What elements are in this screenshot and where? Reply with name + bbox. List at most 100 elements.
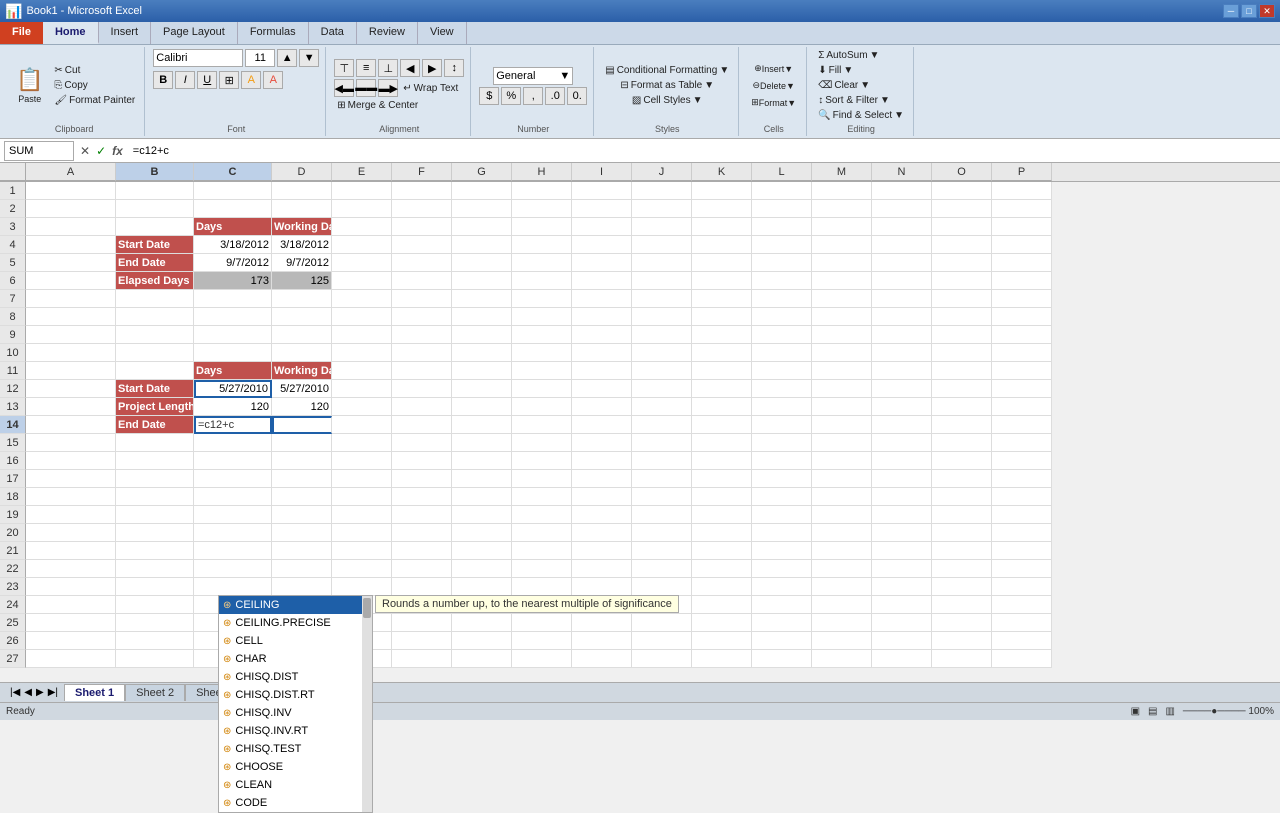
format-as-table-button[interactable]: ⊟ Format as Table ▼ — [617, 79, 717, 92]
bold-button[interactable]: B — [153, 71, 173, 89]
col-header-n[interactable]: N — [872, 163, 932, 181]
cell-g8[interactable] — [452, 308, 512, 326]
fill-button[interactable]: ⬇ Fill ▼ — [815, 64, 856, 77]
cell-h13[interactable] — [512, 398, 572, 416]
cell-b14[interactable]: End Date — [116, 416, 194, 434]
cell-d1[interactable] — [272, 182, 332, 200]
cell-d13[interactable]: 120 — [272, 398, 332, 416]
cell-n6[interactable] — [872, 272, 932, 290]
tab-home[interactable]: Home — [43, 22, 99, 44]
col-header-a[interactable]: A — [26, 163, 116, 181]
cell-c10[interactable] — [194, 344, 272, 362]
ac-item-chisq-inv[interactable]: ⊛ CHISQ.INV — [219, 704, 362, 722]
align-middle-button[interactable]: ≡ — [356, 59, 376, 77]
cell-l3[interactable] — [752, 218, 812, 236]
cell-n1[interactable] — [872, 182, 932, 200]
row-header-1[interactable]: 1 — [0, 182, 26, 200]
cell-i3[interactable] — [572, 218, 632, 236]
cell-o6[interactable] — [932, 272, 992, 290]
cell-c1[interactable] — [194, 182, 272, 200]
cell-n8[interactable] — [872, 308, 932, 326]
cell-l11[interactable] — [752, 362, 812, 380]
cell-j2[interactable] — [632, 200, 692, 218]
cell-o7[interactable] — [932, 290, 992, 308]
col-header-m[interactable]: M — [812, 163, 872, 181]
row-header-15[interactable]: 15 — [0, 434, 26, 452]
ac-item-chisq-dist-rt[interactable]: ⊛ CHISQ.DIST.RT — [219, 686, 362, 704]
cell-p14[interactable] — [992, 416, 1052, 434]
row-header-27[interactable]: 27 — [0, 650, 26, 668]
cell-n4[interactable] — [872, 236, 932, 254]
cell-h11[interactable] — [512, 362, 572, 380]
cell-d9[interactable] — [272, 326, 332, 344]
cell-e7[interactable] — [332, 290, 392, 308]
cell-j12[interactable] — [632, 380, 692, 398]
cell-c7[interactable] — [194, 290, 272, 308]
align-center-button[interactable]: ▬▬ — [356, 79, 376, 97]
delete-cells-button[interactable]: ⊖ Delete ▼ — [748, 78, 798, 93]
cell-i1[interactable] — [572, 182, 632, 200]
cell-g6[interactable] — [452, 272, 512, 290]
cell-m2[interactable] — [812, 200, 872, 218]
cell-o8[interactable] — [932, 308, 992, 326]
cell-m11[interactable] — [812, 362, 872, 380]
ac-item-chisq-inv-rt[interactable]: ⊛ CHISQ.INV.RT — [219, 722, 362, 740]
cell-e5[interactable] — [332, 254, 392, 272]
cell-a4[interactable] — [26, 236, 116, 254]
italic-button[interactable]: I — [175, 71, 195, 89]
cell-m5[interactable] — [812, 254, 872, 272]
indent-decrease-button[interactable]: ◀ — [400, 59, 420, 77]
cell-n11[interactable] — [872, 362, 932, 380]
col-header-l[interactable]: L — [752, 163, 812, 181]
cell-h1[interactable] — [512, 182, 572, 200]
cell-d11[interactable]: Working Days — [272, 362, 332, 380]
row-header-8[interactable]: 8 — [0, 308, 26, 326]
cell-l13[interactable] — [752, 398, 812, 416]
align-top-button[interactable]: ⊤ — [334, 59, 354, 77]
ac-item-ceiling[interactable]: ⊛ CEILING — [219, 596, 362, 614]
cell-g10[interactable] — [452, 344, 512, 362]
ac-item-ceiling-precise[interactable]: ⊛ CEILING.PRECISE — [219, 614, 362, 632]
cell-o1[interactable] — [932, 182, 992, 200]
cell-f8[interactable] — [392, 308, 452, 326]
sort-filter-button[interactable]: ↕ Sort & Filter ▼ — [815, 94, 893, 107]
row-header-22[interactable]: 22 — [0, 560, 26, 578]
format-painter-button[interactable]: 🖌 Format Painter — [51, 94, 138, 107]
view-pagebreak-button[interactable]: ▥ — [1165, 706, 1174, 717]
row-header-9[interactable]: 9 — [0, 326, 26, 344]
cell-c2[interactable] — [194, 200, 272, 218]
cell-e14[interactable] — [332, 416, 392, 434]
cell-h5[interactable] — [512, 254, 572, 272]
cell-g12[interactable] — [452, 380, 512, 398]
conditional-formatting-button[interactable]: ▤ Conditional Formatting ▼ — [602, 64, 732, 77]
clear-button[interactable]: ⌫ Clear ▼ — [815, 79, 873, 92]
cell-g9[interactable] — [452, 326, 512, 344]
view-normal-button[interactable]: ▣ — [1131, 706, 1140, 717]
cell-g11[interactable] — [452, 362, 512, 380]
formula-input[interactable] — [129, 145, 1276, 157]
cell-b13[interactable]: Project Length — [116, 398, 194, 416]
cell-i2[interactable] — [572, 200, 632, 218]
cell-k10[interactable] — [692, 344, 752, 362]
row-header-25[interactable]: 25 — [0, 614, 26, 632]
cell-m14[interactable] — [812, 416, 872, 434]
view-layout-button[interactable]: ▤ — [1148, 706, 1157, 717]
insert-function-button[interactable]: fx — [110, 144, 125, 158]
cell-p5[interactable] — [992, 254, 1052, 272]
col-header-p[interactable]: P — [992, 163, 1052, 181]
cell-k1[interactable] — [692, 182, 752, 200]
cell-c5[interactable]: 9/7/2012 — [194, 254, 272, 272]
cell-i9[interactable] — [572, 326, 632, 344]
cell-a9[interactable] — [26, 326, 116, 344]
cell-g13[interactable] — [452, 398, 512, 416]
row-header-24[interactable]: 24 — [0, 596, 26, 614]
cell-m3[interactable] — [812, 218, 872, 236]
cell-j3[interactable] — [632, 218, 692, 236]
cell-f6[interactable] — [392, 272, 452, 290]
cell-j5[interactable] — [632, 254, 692, 272]
minimize-button[interactable]: ─ — [1223, 4, 1239, 18]
scrollbar-thumb[interactable] — [363, 598, 371, 618]
cell-m10[interactable] — [812, 344, 872, 362]
cell-m13[interactable] — [812, 398, 872, 416]
cell-d5[interactable]: 9/7/2012 — [272, 254, 332, 272]
